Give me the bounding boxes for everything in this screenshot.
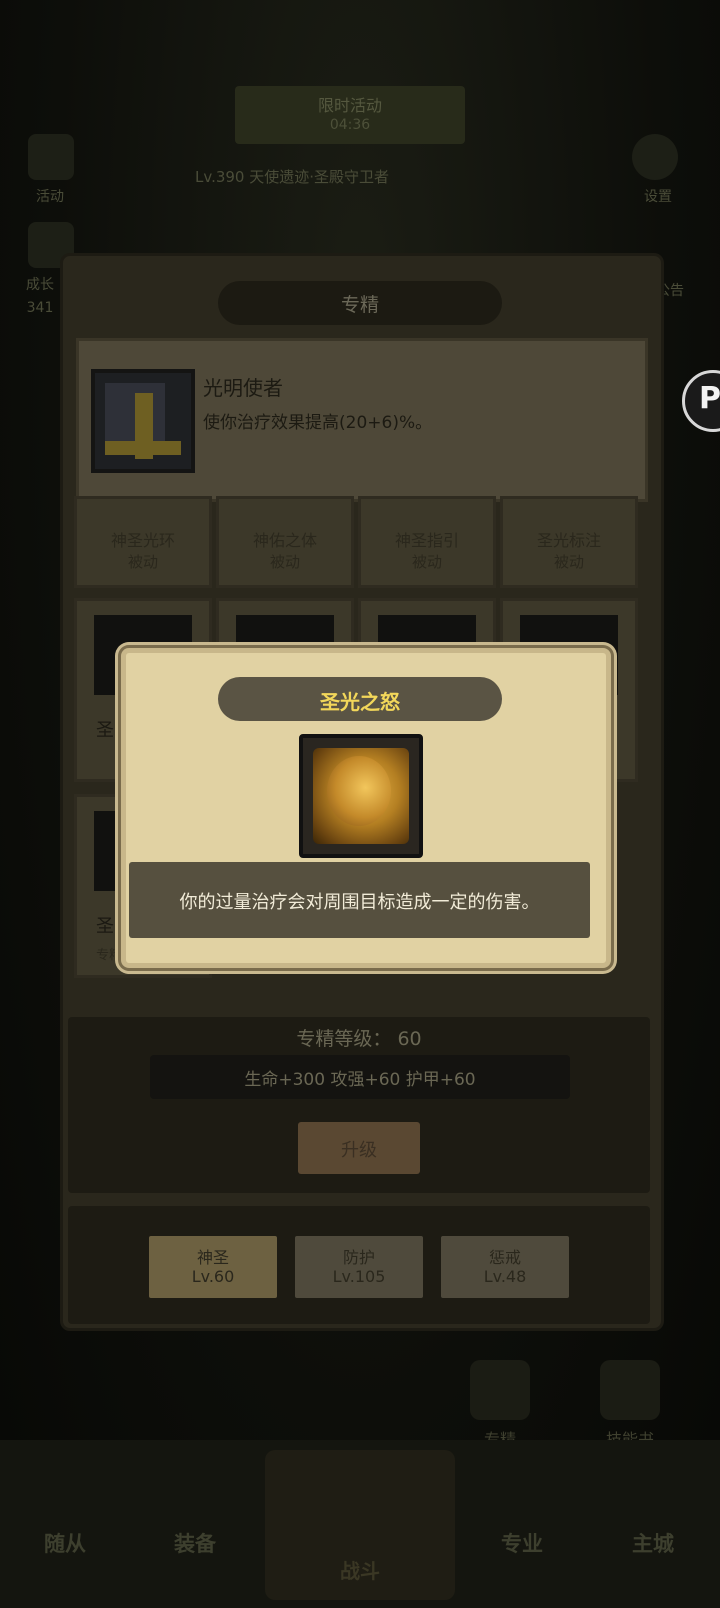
skillbook-feature-icon bbox=[600, 1360, 660, 1420]
nav-profession: 专业 bbox=[501, 1532, 543, 1556]
lion-head-icon bbox=[299, 734, 423, 858]
tree-level: Lv.48 bbox=[483, 1267, 527, 1286]
talent-type: 被动 bbox=[553, 553, 584, 571]
talent-type: 被动 bbox=[269, 553, 300, 571]
gear-icon bbox=[632, 134, 678, 180]
talent-name: 神佑之体 bbox=[252, 531, 317, 550]
player-status-line: Lv.390 天使遗迹·圣殿守卫者 bbox=[195, 168, 390, 186]
panel-title: 专精 bbox=[340, 294, 379, 316]
tree-tab-holy[interactable]: 神圣 Lv.60 bbox=[149, 1236, 277, 1298]
popup-description: 你的过量治疗会对周围目标造成一定的伤害。 bbox=[179, 892, 540, 913]
upgrade-button-label: 升级 bbox=[341, 1140, 377, 1161]
talent-name: 神圣指引 bbox=[394, 531, 459, 550]
specialty-level-value: 60 bbox=[397, 1028, 422, 1050]
right-menu-label-1: 设置 bbox=[644, 189, 672, 205]
nav-equipment: 装备 bbox=[174, 1532, 216, 1556]
tree-name: 防护 bbox=[342, 1248, 375, 1267]
talent-tile-holy-aura[interactable]: 神圣光环 被动 bbox=[74, 496, 212, 588]
p-logo-icon: P bbox=[699, 381, 720, 416]
bonus-text: 生命+300 攻强+60 护甲+60 bbox=[244, 1070, 476, 1090]
row3-label: 圣 bbox=[96, 916, 114, 937]
tree-name: 神圣 bbox=[196, 1248, 229, 1267]
talent-type: 被动 bbox=[411, 553, 442, 571]
talent-name: 圣光标注 bbox=[536, 531, 601, 550]
talent-tile-light-mark[interactable]: 圣光标注 被动 bbox=[500, 496, 638, 588]
tree-tab-retribution[interactable]: 惩戒 Lv.48 bbox=[441, 1236, 569, 1298]
event-banner-title: 限时活动 bbox=[317, 96, 382, 115]
talent-type: 被动 bbox=[127, 553, 158, 571]
talent-tile-blessed-body[interactable]: 神佑之体 被动 bbox=[216, 496, 354, 588]
talent-tile-holy-guidance[interactable]: 神圣指引 被动 bbox=[358, 496, 496, 588]
lightbringer-icon bbox=[91, 369, 195, 473]
tree-level: Lv.60 bbox=[191, 1267, 235, 1286]
specialty-level-label: 专精等级： bbox=[296, 1028, 392, 1050]
specialty-feature-icon bbox=[470, 1360, 530, 1420]
left-menu-label-1: 活动 bbox=[36, 189, 64, 205]
selected-talent-description: 使你治疗效果提高(20+6)%。 bbox=[203, 413, 433, 433]
nav-followers: 随从 bbox=[44, 1532, 86, 1556]
selected-talent-name: 光明使者 bbox=[203, 376, 283, 400]
tree-tab-protection[interactable]: 防护 Lv.105 bbox=[295, 1236, 423, 1298]
popup-title: 圣光之怒 bbox=[320, 690, 400, 714]
event-banner-timer: 04:36 bbox=[329, 117, 371, 133]
calendar-icon bbox=[28, 134, 74, 180]
row2-left-label: 圣 bbox=[96, 720, 114, 741]
tree-level: Lv.105 bbox=[332, 1267, 386, 1286]
talent-name: 神圣光环 bbox=[110, 531, 175, 550]
nav-battle: 战斗 bbox=[340, 1559, 380, 1583]
nav-main-city: 主城 bbox=[632, 1532, 674, 1556]
tree-name: 惩戒 bbox=[488, 1248, 521, 1267]
specialty-level: 专精等级： 60 bbox=[68, 1024, 650, 1051]
